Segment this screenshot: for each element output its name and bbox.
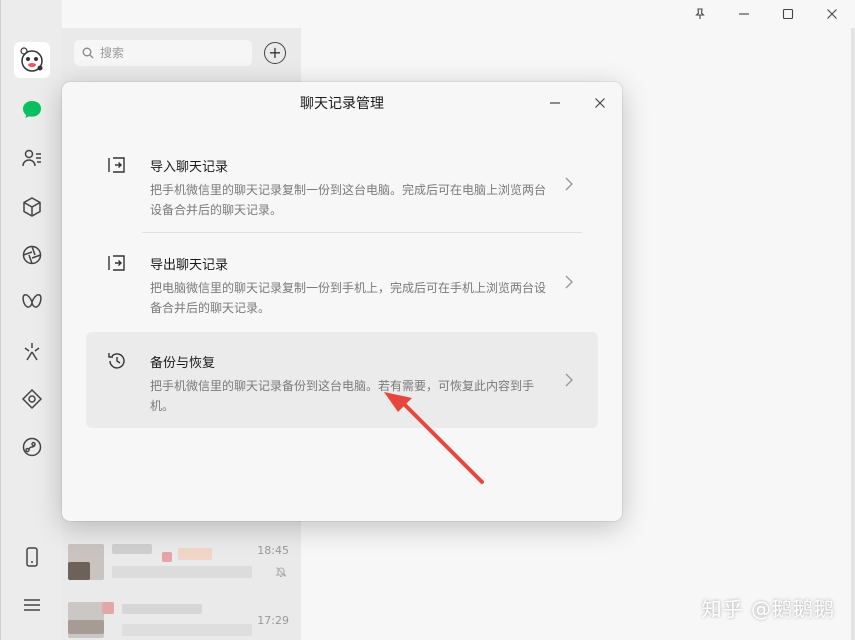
annotation-arrow [384, 392, 484, 484]
watermark: 知乎 @鹅鹅鹅 [701, 597, 835, 621]
